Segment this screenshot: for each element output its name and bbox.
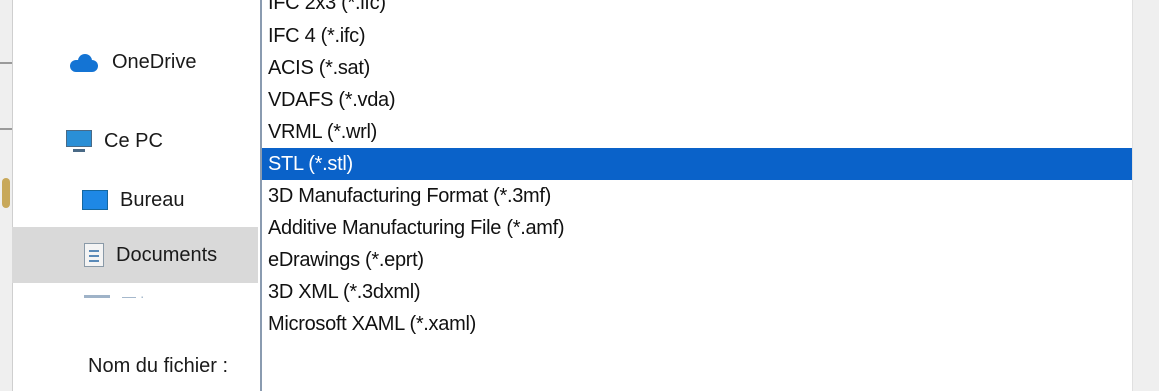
nav-item-label: Bureau bbox=[120, 188, 185, 211]
file-type-option-acis[interactable]: ACIS (*.sat) bbox=[262, 52, 1133, 84]
file-type-option-3dxml[interactable]: 3D XML (*.3dxml) bbox=[262, 276, 1133, 308]
nav-item-onedrive[interactable]: OneDrive bbox=[12, 42, 258, 82]
nav-item-drive[interactable]: — · bbox=[12, 284, 258, 308]
nav-item-ce-pc[interactable]: Ce PC bbox=[12, 121, 258, 161]
file-type-option-vrml[interactable]: VRML (*.wrl) bbox=[262, 116, 1133, 148]
file-type-option-edrawings[interactable]: eDrawings (*.eprt) bbox=[262, 244, 1133, 276]
computer-icon bbox=[66, 128, 92, 154]
nav-item-documents[interactable]: Documents bbox=[12, 227, 258, 283]
navigation-pane: OneDrive Ce PC Bureau Documents — · bbox=[12, 0, 260, 304]
file-type-options: IFC 2x3 (*.ifc) IFC 4 (*.ifc) ACIS (*.sa… bbox=[262, 0, 1133, 340]
file-type-option-3mf[interactable]: 3D Manufacturing Format (*.3mf) bbox=[262, 180, 1133, 212]
file-type-option-xaml[interactable]: Microsoft XAML (*.xaml) bbox=[262, 308, 1133, 340]
edge-marker bbox=[2, 178, 10, 208]
nav-item-bureau[interactable]: Bureau bbox=[12, 180, 258, 220]
documents-folder-icon bbox=[84, 243, 104, 267]
nav-item-label: Documents bbox=[116, 243, 218, 266]
file-type-option-stl[interactable]: STL (*.stl) bbox=[262, 148, 1133, 180]
desktop-folder-icon bbox=[82, 190, 108, 210]
onedrive-cloud-icon bbox=[66, 54, 100, 72]
edge-notch bbox=[0, 128, 12, 130]
nav-item-label: — · bbox=[122, 288, 145, 304]
file-type-option-amf[interactable]: Additive Manufacturing File (*.amf) bbox=[262, 212, 1133, 244]
filename-label: Nom du fichier : bbox=[88, 355, 229, 377]
window-right-edge bbox=[1132, 0, 1159, 391]
edge-notch bbox=[0, 62, 12, 64]
file-type-option-ifc2x3[interactable]: IFC 2x3 (*.ifc) bbox=[262, 0, 1133, 20]
file-type-option-ifc4[interactable]: IFC 4 (*.ifc) bbox=[262, 20, 1133, 52]
drive-icon bbox=[84, 294, 110, 298]
nav-item-label: OneDrive bbox=[112, 50, 197, 73]
file-type-option-vdafs[interactable]: VDAFS (*.vda) bbox=[262, 84, 1133, 116]
nav-item-label: Ce PC bbox=[104, 129, 163, 152]
file-type-dropdown-list[interactable]: IFC 2x3 (*.ifc) IFC 4 (*.ifc) ACIS (*.sa… bbox=[260, 0, 1133, 391]
